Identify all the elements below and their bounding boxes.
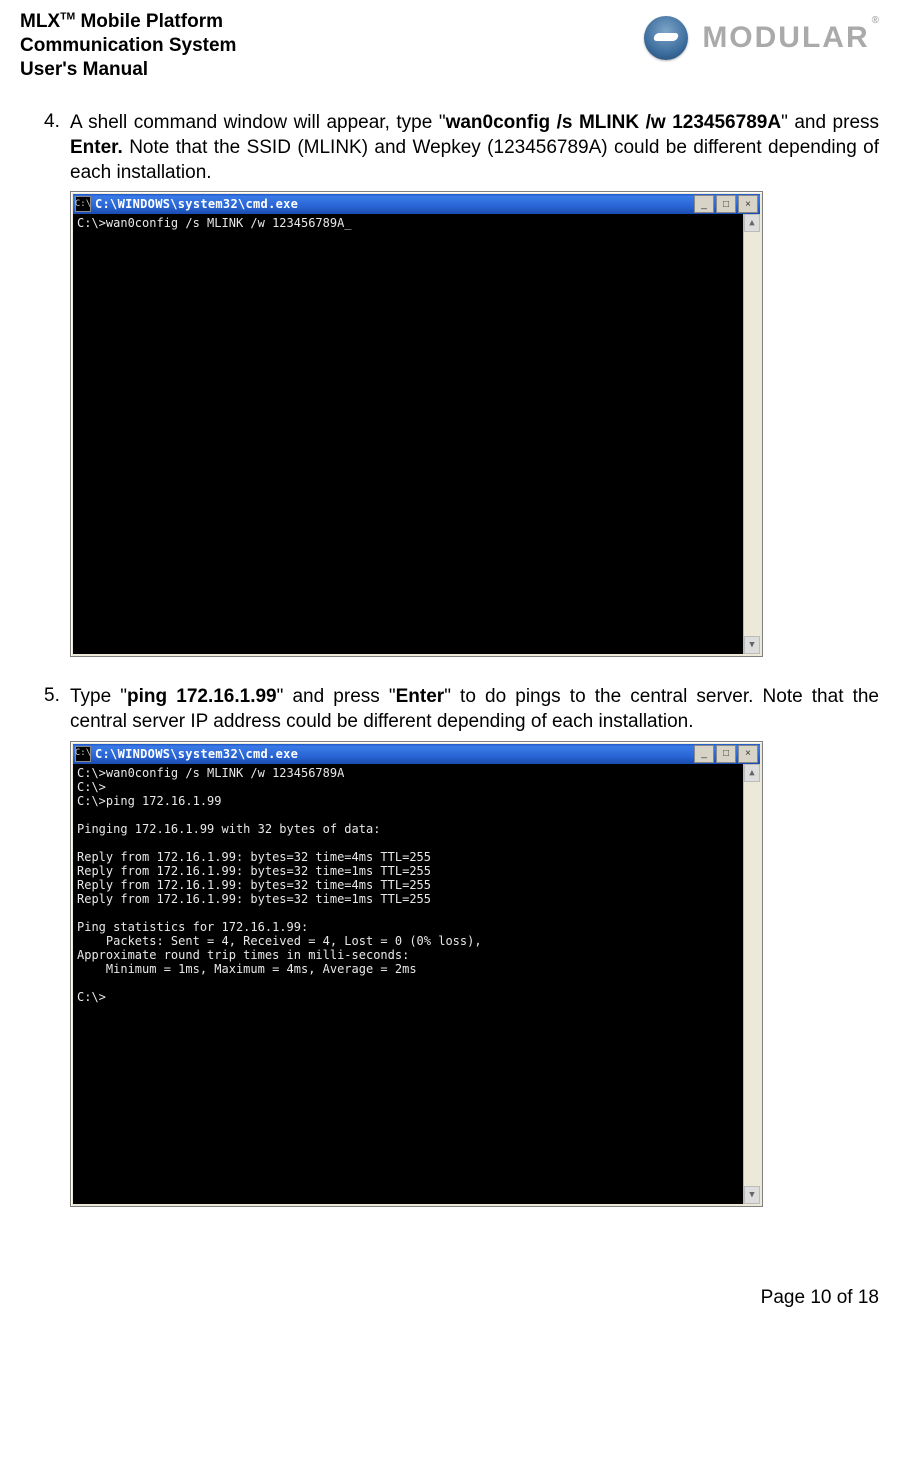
console-title: C:\WINDOWS\system32\cmd.exe <box>95 197 692 211</box>
term-line: Approximate round trip times in milli-se… <box>77 948 739 962</box>
term-line: C:\> <box>77 990 739 1004</box>
close-button[interactable]: × <box>738 195 758 213</box>
console-titlebar: C:\ C:\WINDOWS\system32\cmd.exe _ □ × <box>73 194 760 214</box>
console-body[interactable]: C:\>wan0config /s MLINK /w 123456789A_ <box>73 214 743 654</box>
minimize-button[interactable]: _ <box>694 195 714 213</box>
scroll-down-icon[interactable]: ▼ <box>744 1186 760 1204</box>
console-titlebar: C:\ C:\WINDOWS\system32\cmd.exe _ □ × <box>73 744 760 764</box>
term-line: C:\>ping 172.16.1.99 <box>77 794 739 808</box>
logo-badge-icon <box>644 16 688 60</box>
doc-title-line3: User's Manual <box>20 58 236 82</box>
step-number: 4. <box>20 111 70 657</box>
term-line: Packets: Sent = 4, Received = 4, Lost = … <box>77 934 739 948</box>
console-scrollbar[interactable]: ▲ ▼ <box>743 764 760 1204</box>
term-line: Reply from 172.16.1.99: bytes=32 time=4m… <box>77 850 739 864</box>
term-line <box>77 808 739 822</box>
scroll-track[interactable] <box>744 782 760 1186</box>
product-name-rest: Mobile Platform <box>75 11 223 32</box>
scroll-up-icon[interactable]: ▲ <box>744 764 760 782</box>
term-line: Reply from 172.16.1.99: bytes=32 time=1m… <box>77 864 739 878</box>
scroll-down-icon[interactable]: ▼ <box>744 636 760 654</box>
term-line <box>77 906 739 920</box>
registered-symbol: ® <box>872 15 881 26</box>
maximize-button[interactable]: □ <box>716 195 736 213</box>
console-window-2: C:\ C:\WINDOWS\system32\cmd.exe _ □ × C:… <box>70 741 763 1207</box>
trademark-symbol: TM <box>60 12 75 23</box>
console-body[interactable]: C:\>wan0config /s MLINK /w 123456789A C:… <box>73 764 743 1204</box>
doc-title-line2: Communication System <box>20 34 236 58</box>
product-prefix: MLX <box>20 11 60 32</box>
term-line: Ping statistics for 172.16.1.99: <box>77 920 739 934</box>
term-line: Minimum = 1ms, Maximum = 4ms, Average = … <box>77 962 739 976</box>
step-4: 4. A shell command window will appear, t… <box>20 111 879 657</box>
maximize-button[interactable]: □ <box>716 745 736 763</box>
term-line: Reply from 172.16.1.99: bytes=32 time=4m… <box>77 878 739 892</box>
logo-wordmark: MODULAR® <box>702 21 879 55</box>
term-line: C:\> <box>77 780 739 794</box>
close-button[interactable]: × <box>738 745 758 763</box>
minimize-button[interactable]: _ <box>694 745 714 763</box>
step-5: 5. Type "ping 172.16.1.99" and press "En… <box>20 685 879 1206</box>
brand-logo: MODULAR® <box>644 10 879 60</box>
step-number: 5. <box>20 685 70 1206</box>
term-line: C:\>wan0config /s MLINK /w 123456789A_ <box>77 216 739 230</box>
cmd-icon: C:\ <box>75 196 91 212</box>
page-header: MLXTM Mobile Platform Communication Syst… <box>20 10 879 81</box>
term-line: Pinging 172.16.1.99 with 32 bytes of dat… <box>77 822 739 836</box>
term-line: C:\>wan0config /s MLINK /w 123456789A <box>77 766 739 780</box>
console-window-1: C:\ C:\WINDOWS\system32\cmd.exe _ □ × C:… <box>70 191 763 657</box>
step-5-text: Type "ping 172.16.1.99" and press "Enter… <box>70 685 879 734</box>
term-line: Reply from 172.16.1.99: bytes=32 time=1m… <box>77 892 739 906</box>
step-4-text: A shell command window will appear, type… <box>70 111 879 185</box>
scroll-up-icon[interactable]: ▲ <box>744 214 760 232</box>
doc-title-block: MLXTM Mobile Platform Communication Syst… <box>20 10 236 81</box>
scroll-track[interactable] <box>744 232 760 636</box>
console-scrollbar[interactable]: ▲ ▼ <box>743 214 760 654</box>
term-line <box>77 836 739 850</box>
console-title: C:\WINDOWS\system32\cmd.exe <box>95 747 692 761</box>
page-footer: Page 10 of 18 <box>20 1287 879 1309</box>
term-line <box>77 976 739 990</box>
cmd-icon: C:\ <box>75 746 91 762</box>
